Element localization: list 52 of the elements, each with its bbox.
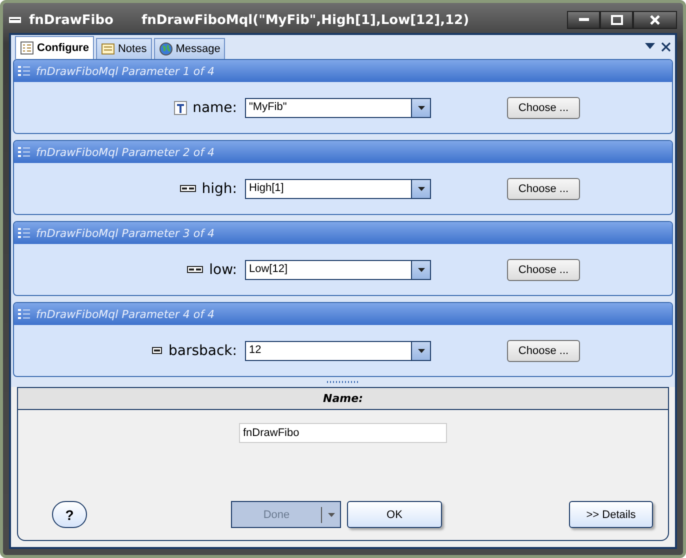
- parameter-label: barsback:: [168, 342, 237, 358]
- minimize-button[interactable]: [567, 11, 600, 29]
- maximize-button[interactable]: [600, 11, 633, 29]
- close-icon[interactable]: [661, 42, 671, 52]
- splitter-grip-icon[interactable]: [326, 381, 360, 385]
- list-icon: [18, 146, 30, 158]
- value-icon: [152, 347, 162, 354]
- window-subtitle: fnDrawFiboMql("MyFib",High[1],Low[12],12): [141, 12, 470, 28]
- dropdown-arrow-icon: [416, 104, 426, 110]
- parameter-label: name:: [192, 100, 237, 116]
- dropdown-arrow-icon: [416, 266, 426, 272]
- tab[interactable]: Notes: [96, 38, 152, 59]
- close-button[interactable]: [633, 11, 677, 29]
- choose-button[interactable]: Choose ...: [507, 178, 580, 200]
- ok-button[interactable]: OK: [347, 501, 442, 528]
- notes-icon: [100, 42, 115, 56]
- parameter-label: high:: [202, 180, 237, 196]
- parameter-header: fnDrawFiboMql Parameter 3 of 4: [36, 226, 215, 240]
- dropdown-arrow-icon: [416, 186, 426, 192]
- parameter-header: fnDrawFiboMql Parameter 1 of 4: [36, 64, 215, 78]
- choose-button[interactable]: Choose ...: [507, 340, 580, 362]
- window-title: fnDrawFibo: [29, 12, 114, 28]
- choose-button[interactable]: Choose ...: [507, 96, 580, 118]
- parameter-header: fnDrawFiboMql Parameter 4 of 4: [36, 308, 215, 320]
- list-icon: [18, 227, 30, 239]
- choose-button[interactable]: Choose ...: [507, 258, 580, 280]
- value-combo[interactable]: Low[12]: [245, 260, 431, 280]
- dropdown-arrow-icon: [326, 512, 336, 518]
- parameter-header: fnDrawFiboMql Parameter 2 of 4: [36, 146, 215, 158]
- globe-icon: [158, 42, 173, 56]
- dropdown-icon[interactable]: [645, 42, 655, 50]
- name-heading: Name:: [18, 387, 668, 410]
- series-icon: [180, 185, 196, 192]
- minimize-icon: [578, 18, 588, 22]
- maximize-icon: [610, 15, 622, 25]
- value-combo[interactable]: "MyFib": [245, 98, 431, 118]
- form-icon: [20, 41, 34, 55]
- list-icon: [18, 308, 30, 320]
- text-icon: [174, 100, 187, 114]
- help-button[interactable]: ?: [52, 501, 87, 528]
- list-icon: [18, 65, 30, 77]
- close-icon: [650, 15, 660, 25]
- parameter-label: low:: [209, 262, 237, 278]
- menu-icon[interactable]: [9, 16, 21, 24]
- tab[interactable]: Configure: [15, 36, 94, 59]
- dropdown-arrow-icon: [416, 348, 426, 354]
- value-combo[interactable]: 12: [245, 340, 431, 360]
- value-combo[interactable]: High[1]: [245, 178, 431, 198]
- name-field[interactable]: fnDrawFibo: [239, 423, 447, 443]
- details-button[interactable]: >> Details: [569, 501, 653, 528]
- tab[interactable]: Message: [154, 38, 226, 59]
- series-icon: [187, 266, 204, 273]
